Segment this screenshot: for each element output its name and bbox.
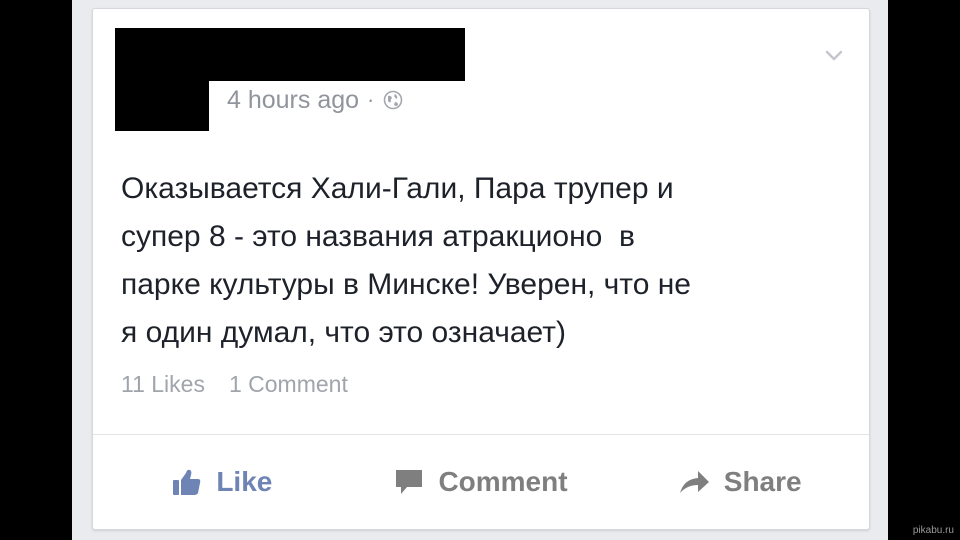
speech-bubble-icon [394,468,424,496]
post-body-text: Оказывается Хали-Гали, Пара трупер и суп… [121,172,691,349]
post-meta: 4 hours ago · [227,85,404,115]
post-card: 4 hours ago · Оказывается Хали-Гали, Пар… [92,8,870,530]
comments-count[interactable]: 1 Comment [229,371,348,401]
post-stats: 11 Likes 1 Comment [121,371,348,401]
redacted-avatar [115,79,209,131]
watermark: pikabu.ru [912,525,954,536]
comment-label: Comment [438,466,568,497]
redacted-author-name [115,28,465,81]
like-button[interactable]: Like [93,466,352,498]
comment-button[interactable]: Comment [352,466,611,498]
share-button[interactable]: Share [610,466,869,498]
likes-count[interactable]: 11 Likes [121,371,205,401]
post-timestamp[interactable]: 4 hours ago [227,86,359,115]
action-bar: Like Comment Share [93,435,869,529]
chevron-down-icon[interactable] [823,47,845,63]
globe-icon[interactable] [382,89,404,111]
share-arrow-icon [678,469,710,495]
thumbs-up-icon [172,468,202,496]
meta-separator: · [367,87,375,112]
share-label: Share [723,466,802,497]
like-label: Like [216,466,273,497]
screenshot-frame: 4 hours ago · Оказывается Хали-Гали, Пар… [72,0,888,540]
